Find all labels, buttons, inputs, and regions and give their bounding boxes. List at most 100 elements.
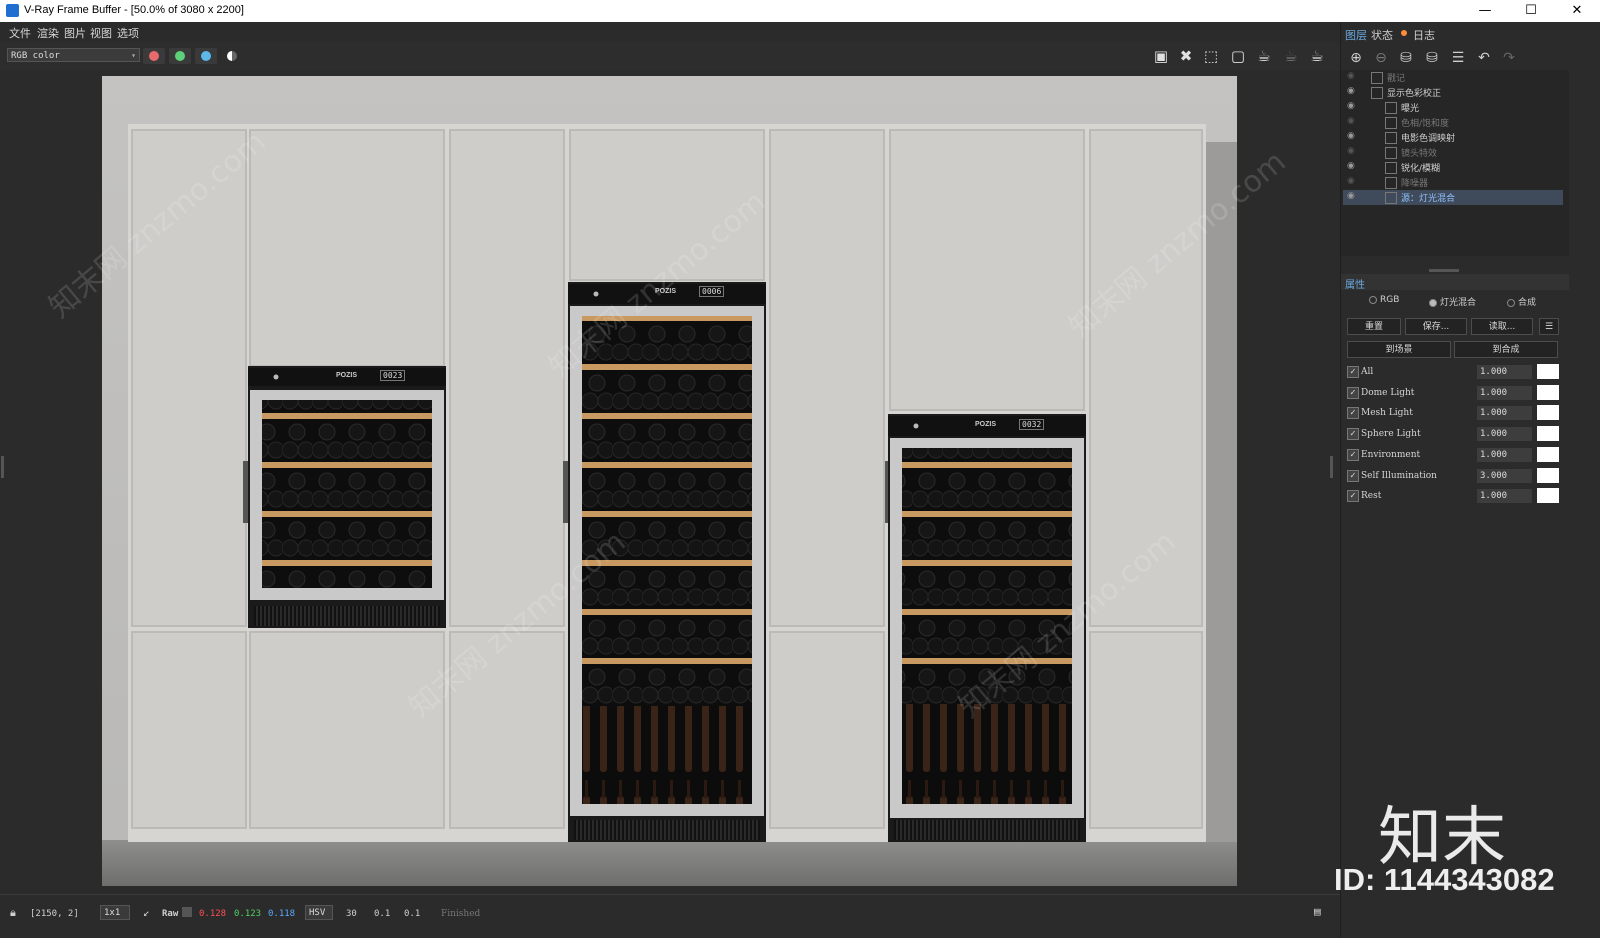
alpha-icon [227, 51, 237, 61]
light-color-swatch[interactable] [1537, 488, 1559, 504]
history-icon[interactable]: ▤ [1314, 905, 1321, 918]
alpha-channel-toggle[interactable] [221, 48, 243, 64]
layer-type-icon [1371, 72, 1383, 84]
options-list-icon[interactable]: ☰ [1539, 318, 1559, 335]
region-render-icon[interactable]: ⬚ [1200, 46, 1222, 66]
undo-icon[interactable]: ↶ [1473, 48, 1495, 68]
layer-list-icon[interactable]: ☰ [1447, 48, 1469, 68]
menu-file[interactable]: 文件 [9, 25, 31, 41]
layer-item[interactable]: ◉ 显示色彩校正 [1343, 85, 1563, 100]
light-enable-checkbox[interactable]: ✓ [1347, 386, 1359, 399]
layer-item[interactable]: ◉ 色相/饱和度 [1343, 115, 1563, 130]
layer-type-icon [1385, 117, 1397, 129]
light-multiplier-input[interactable]: 1.000 [1477, 447, 1532, 462]
light-enable-checkbox[interactable]: ✓ [1347, 469, 1359, 482]
light-multiplier-input[interactable]: 1.000 [1477, 365, 1532, 379]
track-mouse-icon[interactable]: ▢ [1227, 46, 1249, 66]
light-color-swatch[interactable] [1537, 446, 1559, 462]
tab-layers[interactable]: 图层 [1345, 27, 1367, 43]
radio-composite[interactable]: 合成 [1507, 295, 1536, 308]
light-enable-checkbox[interactable]: ✓ [1347, 490, 1359, 503]
menu-render[interactable]: 渲染 [37, 25, 59, 41]
eye-icon[interactable]: ◉ [1347, 161, 1355, 171]
eye-icon[interactable]: ◉ [1347, 71, 1355, 81]
light-enable-checkbox[interactable]: ✓ [1347, 407, 1359, 420]
green-channel-toggle[interactable] [169, 48, 191, 64]
eye-icon[interactable]: ◉ [1347, 176, 1355, 186]
save-image-icon[interactable]: ▣ [1150, 46, 1172, 66]
layer-item[interactable]: ◉ 镜头特效 [1343, 145, 1563, 160]
right-panel-handle[interactable] [1330, 456, 1333, 478]
layer-type-icon [1385, 192, 1397, 204]
light-color-swatch[interactable] [1537, 405, 1559, 421]
layer-item[interactable]: ◉ 电影色调映射 [1343, 130, 1563, 145]
save-button[interactable]: 保存... [1405, 318, 1467, 335]
layer-item[interactable]: ◉ 锐化/模糊 [1343, 160, 1563, 175]
fridge-3-brand: POZIS [975, 421, 997, 428]
tab-log[interactable]: 日志 [1413, 27, 1435, 43]
layer-item[interactable]: ◉ 源：灯光混合 [1343, 190, 1563, 205]
watermark-id: ID: 1144343082 [1334, 862, 1555, 897]
light-enable-checkbox[interactable]: ✓ [1347, 428, 1359, 441]
blue-channel-toggle[interactable] [195, 48, 217, 64]
light-enable-checkbox[interactable]: ✓ [1347, 366, 1359, 378]
stop-render-icon[interactable]: ☕ [1280, 46, 1302, 66]
to-composite-button[interactable]: 到合成 [1454, 341, 1558, 358]
render-teapot-icon[interactable]: ☕ [1306, 46, 1328, 66]
remove-layer-icon[interactable]: ⊖ [1370, 48, 1392, 68]
channel-select[interactable]: RGB color ▾ [7, 48, 140, 62]
save-layers-icon[interactable]: ⛁ [1395, 48, 1417, 68]
redo-icon[interactable]: ↷ [1498, 48, 1520, 68]
radio-light-mix[interactable]: 灯光混合 [1429, 295, 1476, 308]
hue-value: 30 [346, 909, 357, 919]
radio-rgb[interactable]: RGB [1369, 295, 1399, 305]
channel-select-value: RGB color [11, 51, 60, 61]
light-multiplier-input[interactable]: 1.000 [1477, 406, 1532, 421]
light-multiplier-input[interactable]: 3.000 [1477, 468, 1532, 483]
load-layers-icon[interactable]: ⛁ [1421, 48, 1443, 68]
reset-button[interactable]: 重置 [1347, 318, 1401, 335]
light-row: ✓ Self Illumination 3.000 [1343, 466, 1561, 486]
lock-icon[interactable]: 🔒︎ [10, 906, 16, 920]
vray-app-icon [6, 4, 19, 17]
maximize-button[interactable]: ☐ [1508, 0, 1554, 22]
layer-type-icon [1385, 132, 1397, 144]
light-row: ✓ All 1.000 [1343, 362, 1561, 382]
blue-value: 0.118 [268, 909, 296, 919]
panel-splitter[interactable] [1429, 269, 1459, 272]
menu-view[interactable]: 视图 [90, 25, 112, 41]
light-color-swatch[interactable] [1537, 384, 1559, 400]
zoom-select[interactable]: 1x1 [100, 905, 130, 920]
red-value: 0.128 [199, 909, 227, 919]
left-panel-handle[interactable] [1, 456, 4, 478]
menu-image[interactable]: 图片 [64, 25, 86, 41]
layer-item[interactable]: ◉ 降噪器 [1343, 175, 1563, 190]
eye-icon[interactable]: ◉ [1347, 146, 1355, 156]
light-color-swatch[interactable] [1537, 426, 1559, 442]
eye-icon[interactable]: ◉ [1347, 191, 1355, 201]
close-button[interactable]: ✕ [1554, 0, 1600, 22]
load-button[interactable]: 读取... [1471, 318, 1533, 335]
curve-icon[interactable]: ↙ [143, 906, 150, 919]
layer-item[interactable]: ◉ 曝光 [1343, 100, 1563, 115]
menu-options[interactable]: 选项 [117, 25, 139, 41]
clear-image-icon[interactable]: ✖ [1175, 46, 1197, 66]
light-enable-checkbox[interactable]: ✓ [1347, 448, 1359, 461]
light-color-swatch[interactable] [1537, 467, 1559, 483]
render-interactive-icon[interactable]: ☕ [1253, 46, 1275, 66]
to-scene-button[interactable]: 到场景 [1347, 341, 1451, 358]
tab-stats[interactable]: 状态 [1371, 27, 1393, 43]
layer-item[interactable]: ◉ 戳记 [1343, 70, 1563, 85]
light-multiplier-input[interactable]: 1.000 [1477, 385, 1532, 400]
add-layer-icon[interactable]: ⊕ [1345, 48, 1367, 68]
color-mode-select[interactable]: HSV [305, 905, 333, 920]
light-color-swatch[interactable] [1537, 364, 1559, 379]
eye-icon[interactable]: ◉ [1347, 131, 1355, 141]
eye-icon[interactable]: ◉ [1347, 116, 1355, 126]
light-multiplier-input[interactable]: 1.000 [1477, 489, 1532, 504]
red-channel-toggle[interactable] [143, 48, 165, 64]
minimize-button[interactable]: — [1462, 0, 1508, 22]
eye-icon[interactable]: ◉ [1347, 101, 1355, 111]
eye-icon[interactable]: ◉ [1347, 86, 1355, 96]
light-multiplier-input[interactable]: 1.000 [1477, 427, 1532, 442]
